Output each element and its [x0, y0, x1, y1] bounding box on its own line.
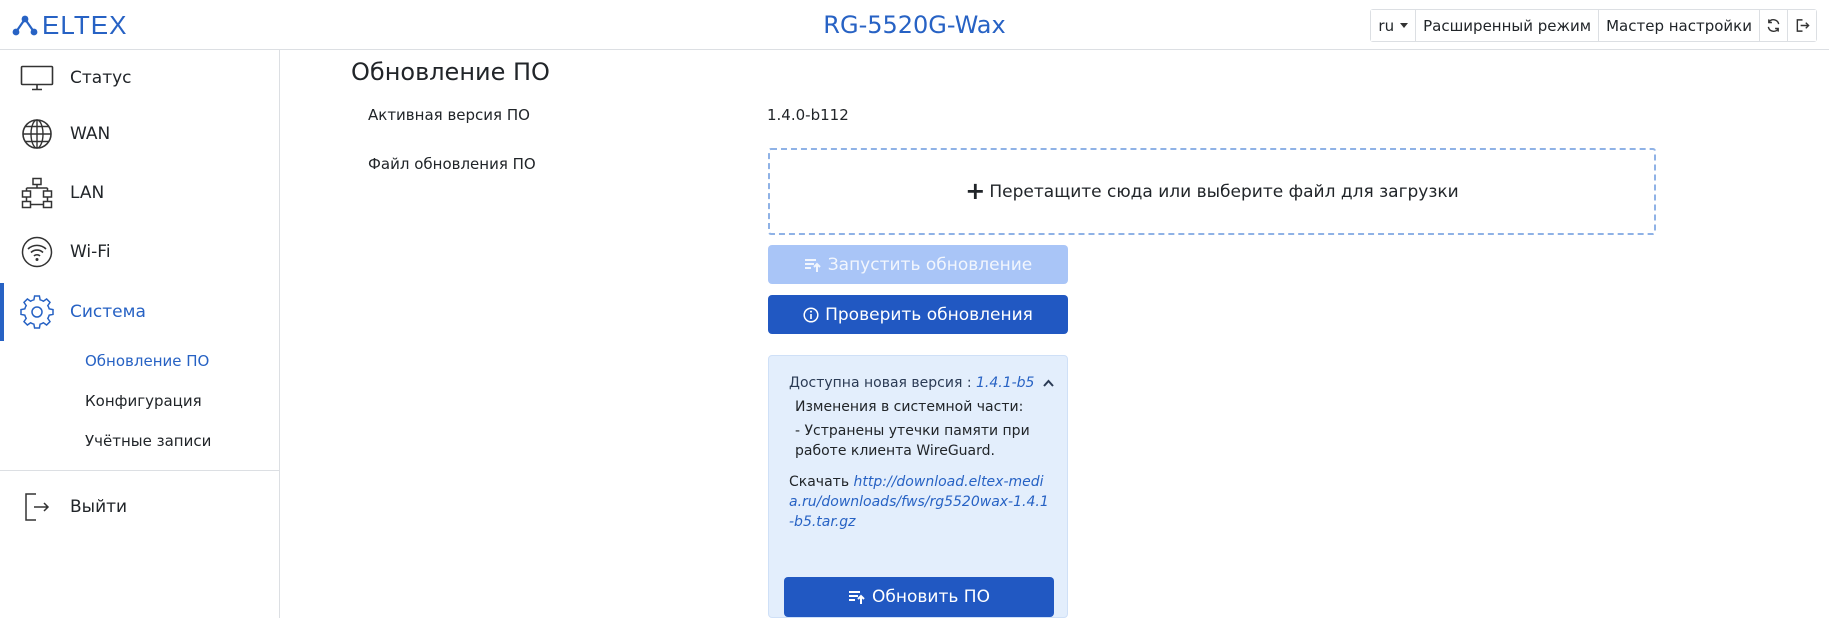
plus-icon: +: [965, 177, 986, 205]
available-version-label: Доступна новая версия :: [789, 375, 972, 391]
monitor-icon: [20, 61, 54, 95]
sidebar-item-label: LAN: [70, 183, 105, 203]
logout-button[interactable]: [1788, 10, 1816, 41]
refresh-button[interactable]: [1760, 10, 1788, 41]
upload-list-icon: [849, 591, 865, 604]
download-label: Скачать: [789, 474, 850, 490]
check-updates-label: Проверить обновления: [825, 304, 1033, 325]
exit-icon: [20, 490, 54, 524]
caret-down-icon: [1400, 23, 1409, 28]
sidebar-item-logout[interactable]: Выйти: [0, 479, 280, 535]
setup-wizard-button[interactable]: Мастер настройки: [1599, 10, 1760, 41]
logout-icon: [1796, 19, 1810, 32]
sidebar-subitem-accounts[interactable]: Учётные записи: [85, 432, 211, 450]
sidebar: Статус WAN LAN Wi-Fi Система Обновление …: [0, 50, 280, 618]
download-line: Скачать http://download.eltex-media.ru/d…: [789, 472, 1049, 532]
sidebar-item-label: Система: [70, 302, 146, 322]
sidebar-item-wifi[interactable]: Wi-Fi: [0, 224, 280, 280]
language-dropdown[interactable]: ru: [1371, 10, 1417, 41]
sidebar-item-label: Wi-Fi: [70, 242, 111, 262]
active-version-value: 1.4.0-b112: [767, 106, 849, 124]
globe-icon: [20, 117, 54, 151]
sidebar-divider: [0, 470, 280, 471]
main-content: Обновление ПО Активная версия ПО 1.4.0-b…: [281, 50, 1829, 618]
refresh-icon: [1767, 19, 1780, 32]
dropzone-text: Перетащите сюда или выберите файл для за…: [989, 181, 1459, 202]
logo-text: ELTEX: [42, 10, 128, 40]
sidebar-subitem-configuration[interactable]: Конфигурация: [85, 392, 202, 410]
changes-heading: Изменения в системной части:: [795, 399, 1024, 415]
update-file-label: Файл обновления ПО: [368, 155, 536, 173]
language-value: ru: [1378, 16, 1395, 35]
install-update-button[interactable]: Обновить ПО: [784, 577, 1054, 617]
network-icon: [20, 176, 54, 210]
available-version-value: 1.4.1-b5: [976, 375, 1035, 391]
sidebar-item-label: WAN: [70, 124, 111, 144]
sidebar-item-system[interactable]: Система: [0, 283, 280, 341]
wifi-icon: [20, 235, 54, 269]
top-header: ELTEX RG-5520G-Wax ru Расширенный режим …: [0, 0, 1829, 50]
page-title: Обновление ПО: [351, 58, 550, 86]
start-update-button[interactable]: Запустить обновление: [768, 245, 1068, 284]
sidebar-item-wan[interactable]: WAN: [0, 106, 280, 162]
active-version-label: Активная версия ПО: [368, 106, 530, 124]
sidebar-item-label: Выйти: [70, 497, 128, 517]
eltex-logo-icon: [12, 15, 38, 36]
install-update-label: Обновить ПО: [872, 587, 990, 607]
sidebar-item-label: Статус: [70, 68, 132, 88]
gear-icon: [20, 295, 54, 329]
check-updates-button[interactable]: Проверить обновления: [768, 295, 1068, 334]
file-dropzone[interactable]: + Перетащите сюда или выберите файл для …: [768, 148, 1656, 235]
available-update-card: Доступна новая версия : 1.4.1-b5 Изменен…: [768, 355, 1068, 618]
sidebar-item-status[interactable]: Статус: [0, 50, 280, 106]
header-controls: ru Расширенный режим Мастер настройки: [1370, 9, 1817, 42]
eltex-logo[interactable]: ELTEX: [12, 12, 127, 38]
upload-list-icon: [804, 258, 821, 272]
changes-text: - Устранены утечки памяти при работе кли…: [795, 423, 1030, 459]
available-version-heading[interactable]: Доступна новая версия : 1.4.1-b5: [789, 375, 1054, 391]
sidebar-subitem-firmware-update[interactable]: Обновление ПО: [85, 352, 209, 370]
start-update-label: Запустить обновление: [827, 254, 1033, 275]
sidebar-item-lan[interactable]: LAN: [0, 165, 280, 221]
advanced-mode-button[interactable]: Расширенный режим: [1416, 10, 1600, 41]
chevron-up-icon: [1043, 375, 1054, 391]
info-icon: [803, 306, 819, 323]
